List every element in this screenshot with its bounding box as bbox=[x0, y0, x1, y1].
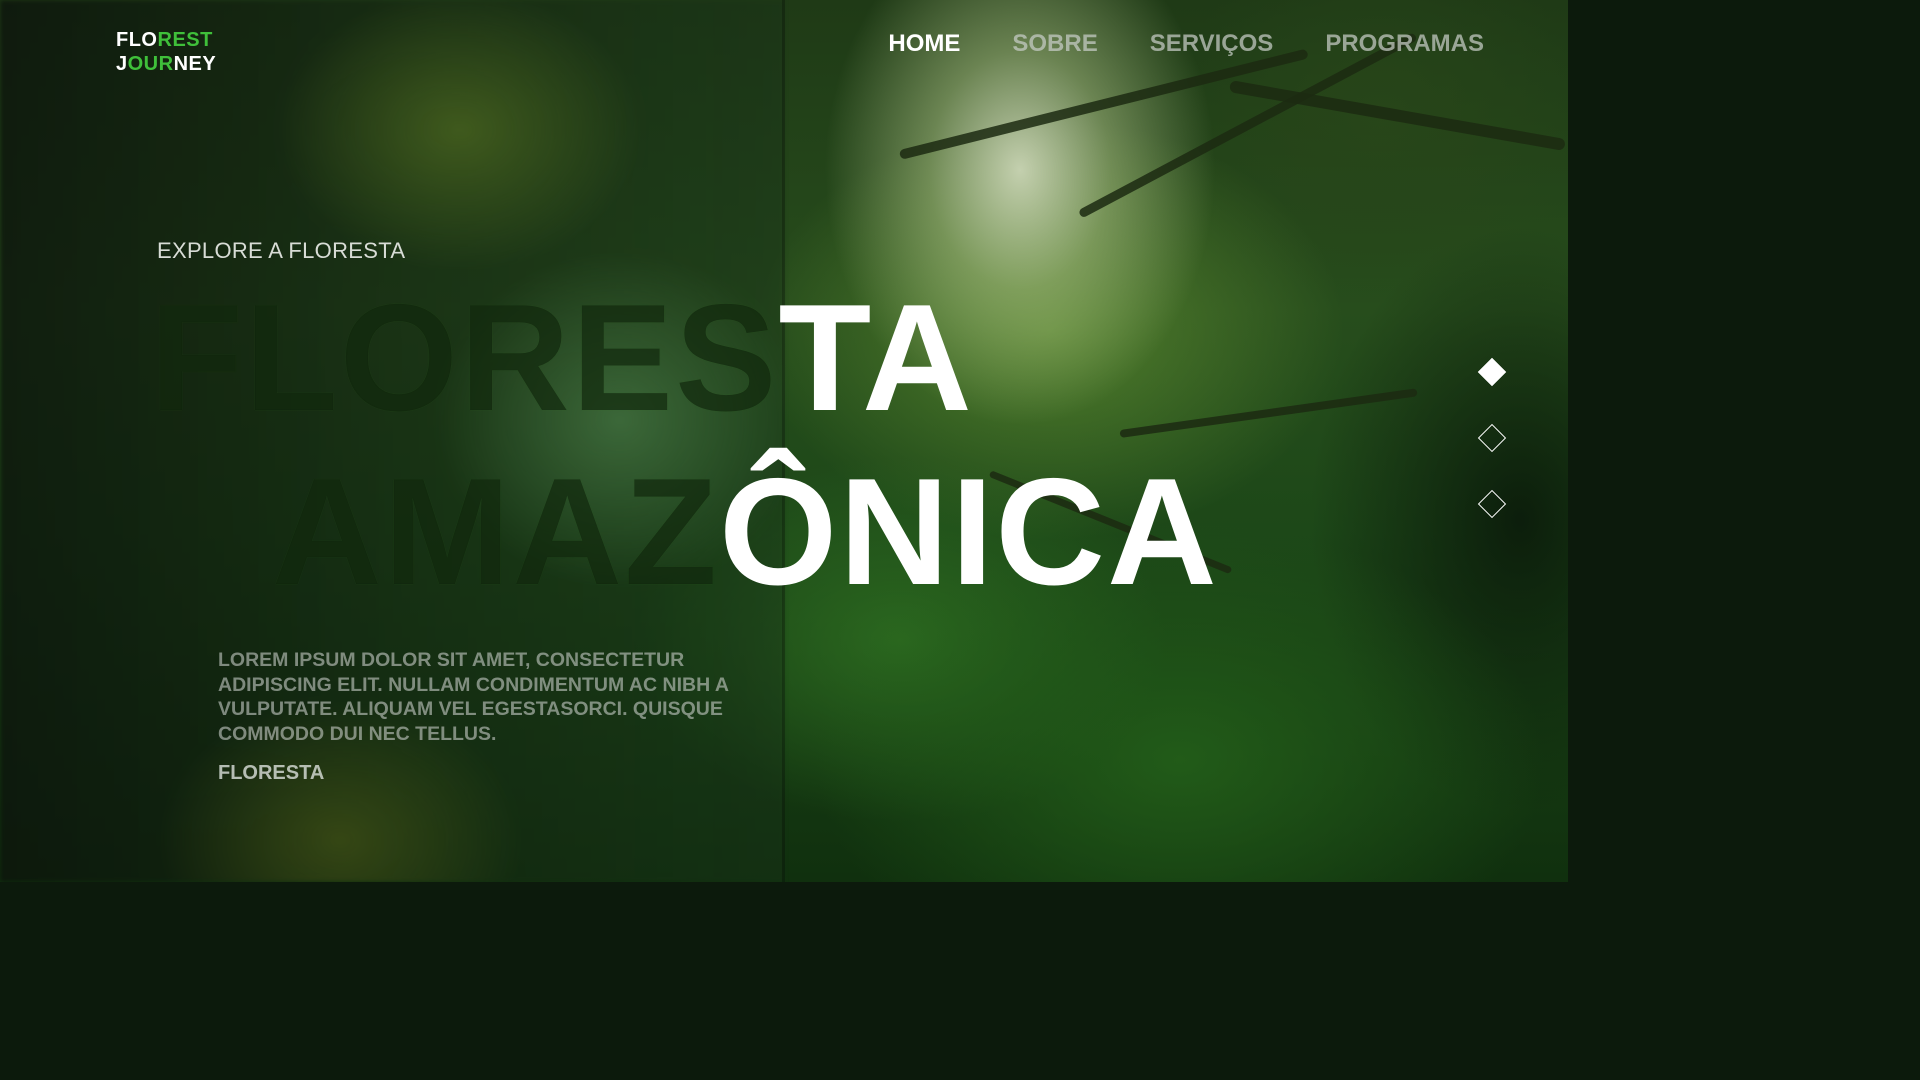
hero-title-dark: AMAZ bbox=[272, 447, 720, 617]
slider-dot-1[interactable] bbox=[1477, 357, 1507, 387]
hero-title-line1: FLORESTA bbox=[150, 282, 974, 434]
hero-tag[interactable]: FLORESTA bbox=[218, 762, 324, 785]
hero-title-light: ÔNICA bbox=[719, 447, 1219, 617]
logo-text: NEY bbox=[173, 53, 217, 75]
nav-sobre[interactable]: SOBRE bbox=[1012, 30, 1097, 58]
hero-title-light: TA bbox=[778, 273, 974, 443]
hero-title-line2: AMAZÔNICA bbox=[272, 456, 1219, 608]
slider-pagination bbox=[1477, 357, 1507, 560]
nav-home[interactable]: HOME bbox=[888, 30, 960, 58]
logo-text: REST bbox=[157, 29, 213, 51]
slider-dot-2[interactable] bbox=[1477, 423, 1507, 453]
nav-servicos[interactable]: SERVIÇOS bbox=[1150, 30, 1274, 58]
slider-dot-3[interactable] bbox=[1477, 489, 1507, 519]
logo[interactable]: FLOREST JOURNEY bbox=[116, 28, 216, 76]
logo-text: FLO bbox=[116, 29, 158, 51]
nav-programas[interactable]: PROGRAMAS bbox=[1325, 30, 1484, 58]
hero-title-dark: FLORES bbox=[150, 273, 779, 443]
main-nav: HOME SOBRE SERVIÇOS PROGRAMAS bbox=[888, 30, 1484, 58]
logo-text: J bbox=[116, 53, 128, 75]
hero-description: LOREM IPSUM DOLOR SIT AMET, CONSECTETUR … bbox=[218, 649, 729, 745]
logo-text: OUR bbox=[127, 53, 174, 75]
hero-eyebrow: EXPLORE A FLORESTA bbox=[157, 238, 406, 263]
